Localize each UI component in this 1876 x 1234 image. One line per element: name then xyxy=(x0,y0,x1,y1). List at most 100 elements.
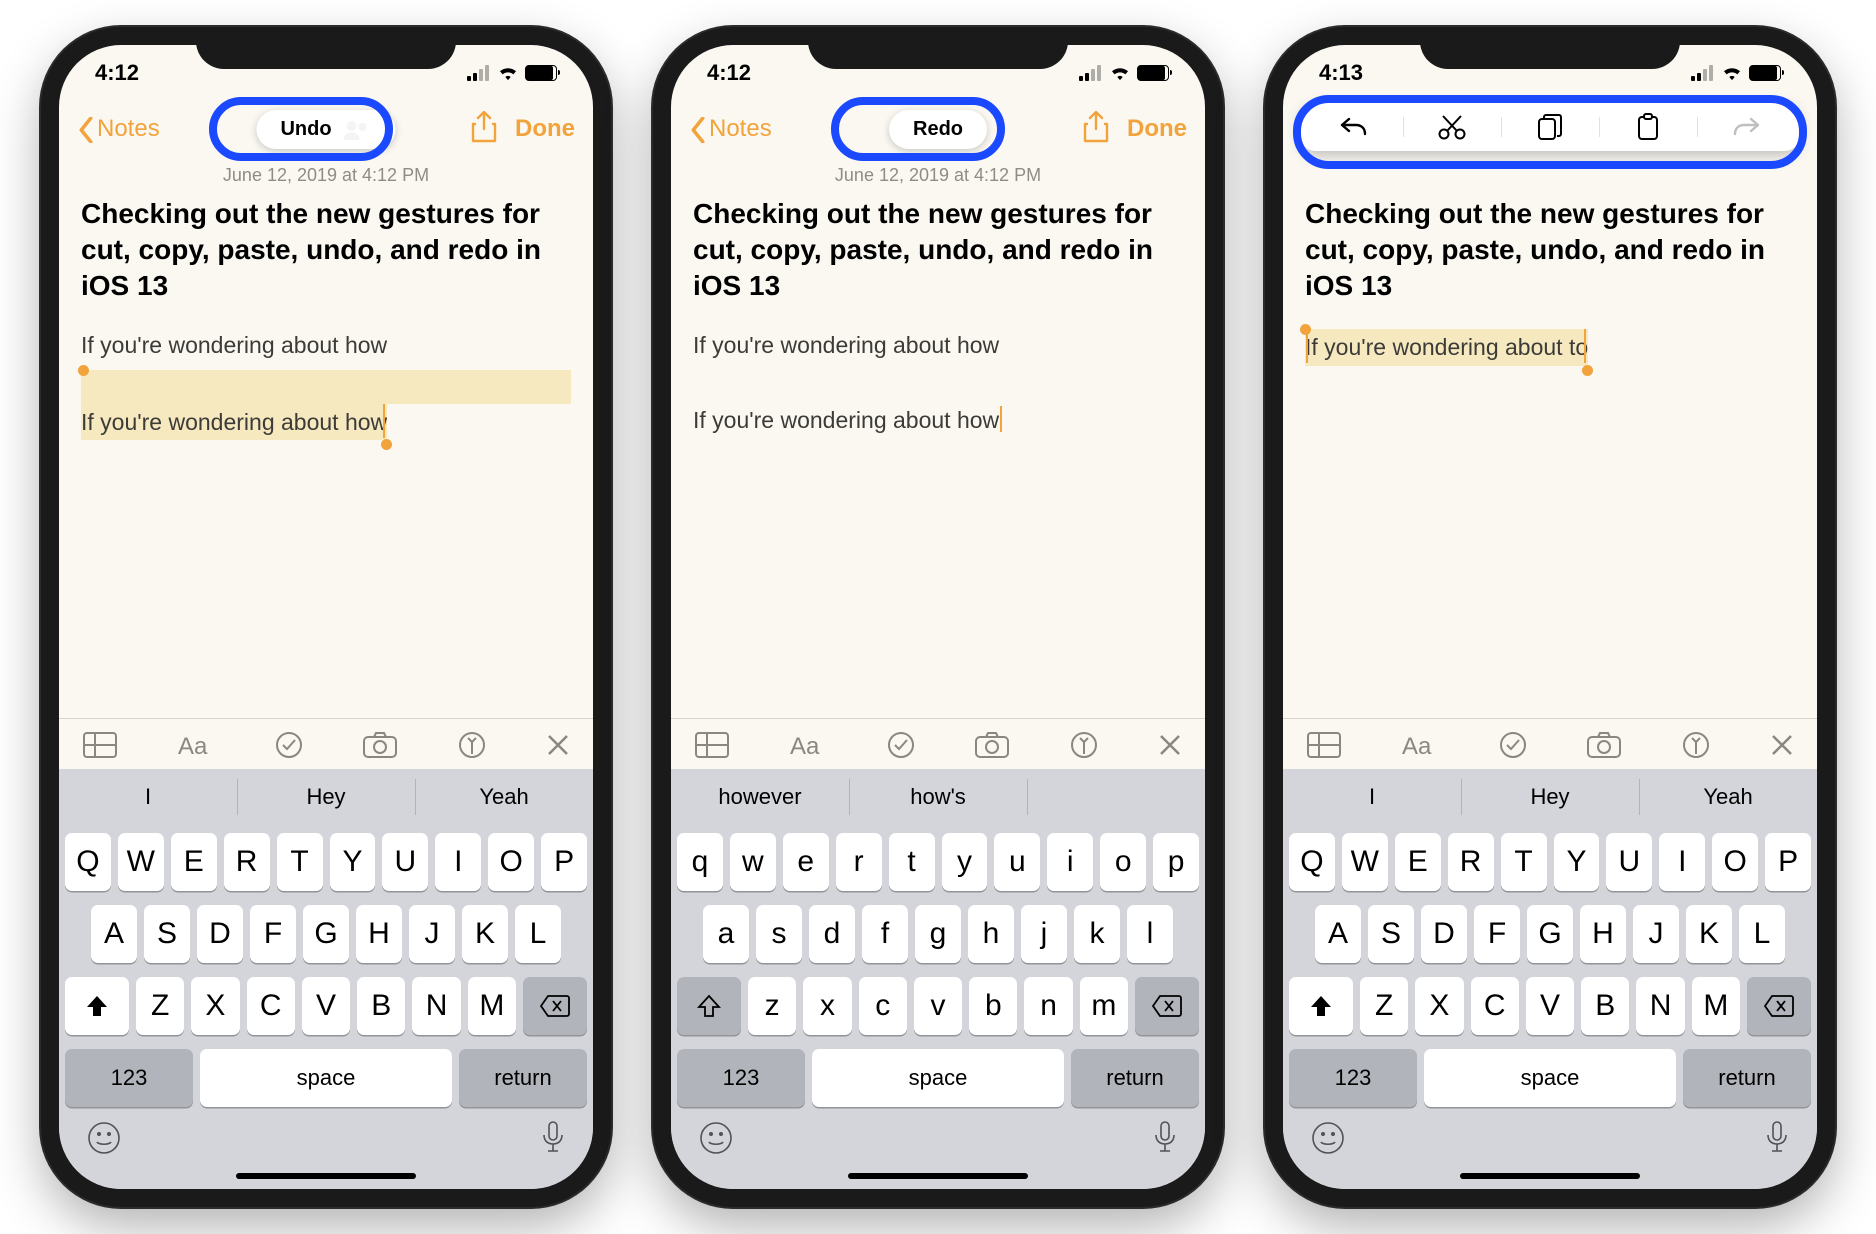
checklist-icon[interactable] xyxy=(887,731,915,759)
key-j[interactable]: J xyxy=(409,905,455,963)
key-w[interactable]: W xyxy=(1342,833,1388,891)
predictive-3[interactable]: Yeah xyxy=(415,769,593,825)
note-content[interactable]: · Checking out the new gestures for cut,… xyxy=(1283,161,1817,718)
key-d[interactable]: d xyxy=(809,905,855,963)
key-u[interactable]: u xyxy=(994,833,1040,891)
key-n[interactable]: N xyxy=(412,977,460,1035)
key-j[interactable]: j xyxy=(1021,905,1067,963)
delete-key[interactable] xyxy=(523,977,587,1035)
key-x[interactable]: X xyxy=(191,977,239,1035)
key-c[interactable]: C xyxy=(247,977,295,1035)
key-e[interactable]: e xyxy=(783,833,829,891)
number-key[interactable]: 123 xyxy=(65,1049,193,1107)
shift-key[interactable] xyxy=(677,977,741,1035)
key-t[interactable]: T xyxy=(1501,833,1547,891)
checklist-icon[interactable] xyxy=(275,731,303,759)
key-b[interactable]: B xyxy=(357,977,405,1035)
dictation-key[interactable] xyxy=(1153,1121,1177,1155)
note-content[interactable]: June 12, 2019 at 4:12 PM Checking out th… xyxy=(671,161,1205,718)
home-indicator[interactable] xyxy=(236,1173,416,1179)
return-key[interactable]: return xyxy=(1071,1049,1199,1107)
predictive-1[interactable]: I xyxy=(59,769,237,825)
checklist-icon[interactable] xyxy=(1499,731,1527,759)
edit-cut[interactable] xyxy=(1403,113,1501,141)
selection-handle-end[interactable] xyxy=(381,439,392,450)
key-g[interactable]: g xyxy=(915,905,961,963)
key-x[interactable]: x xyxy=(803,977,851,1035)
key-t[interactable]: t xyxy=(889,833,935,891)
key-t[interactable]: T xyxy=(277,833,323,891)
key-h[interactable]: H xyxy=(356,905,402,963)
key-w[interactable]: w xyxy=(730,833,776,891)
key-p[interactable]: P xyxy=(1765,833,1811,891)
key-y[interactable]: Y xyxy=(330,833,376,891)
key-q[interactable]: Q xyxy=(65,833,111,891)
table-icon[interactable] xyxy=(1307,732,1341,758)
key-c[interactable]: c xyxy=(859,977,907,1035)
dictation-key[interactable] xyxy=(1765,1121,1789,1155)
nav-back-button[interactable]: Notes xyxy=(689,115,772,143)
undo-pill[interactable]: Undo xyxy=(256,110,395,149)
key-s[interactable]: S xyxy=(144,905,190,963)
key-r[interactable]: r xyxy=(836,833,882,891)
done-button[interactable]: Done xyxy=(1127,115,1187,143)
table-icon[interactable] xyxy=(695,732,729,758)
key-e[interactable]: E xyxy=(171,833,217,891)
delete-key[interactable] xyxy=(1135,977,1199,1035)
key-f[interactable]: f xyxy=(862,905,908,963)
close-toolbar-icon[interactable] xyxy=(1771,734,1793,756)
key-v[interactable]: v xyxy=(914,977,962,1035)
key-r[interactable]: R xyxy=(224,833,270,891)
key-v[interactable]: V xyxy=(302,977,350,1035)
key-y[interactable]: Y xyxy=(1554,833,1600,891)
done-button[interactable]: Done xyxy=(515,115,575,143)
key-v[interactable]: V xyxy=(1526,977,1574,1035)
text-format-icon[interactable]: Aa xyxy=(790,732,826,758)
key-c[interactable]: C xyxy=(1471,977,1519,1035)
text-format-icon[interactable]: Aa xyxy=(178,732,214,758)
key-s[interactable]: s xyxy=(756,905,802,963)
space-key[interactable]: space xyxy=(812,1049,1064,1107)
key-l[interactable]: L xyxy=(1739,905,1785,963)
space-key[interactable]: space xyxy=(200,1049,452,1107)
redo-pill[interactable]: Redo xyxy=(889,110,987,149)
key-g[interactable]: G xyxy=(303,905,349,963)
emoji-key[interactable] xyxy=(87,1121,121,1155)
key-h[interactable]: H xyxy=(1580,905,1626,963)
key-p[interactable]: P xyxy=(541,833,587,891)
key-w[interactable]: W xyxy=(118,833,164,891)
edit-copy[interactable] xyxy=(1501,113,1599,141)
predictive-2[interactable]: how's xyxy=(849,769,1027,825)
markup-icon[interactable] xyxy=(1682,731,1710,759)
key-a[interactable]: a xyxy=(703,905,749,963)
key-b[interactable]: b xyxy=(969,977,1017,1035)
key-y[interactable]: y xyxy=(942,833,988,891)
key-u[interactable]: U xyxy=(382,833,428,891)
key-o[interactable]: O xyxy=(1712,833,1758,891)
key-q[interactable]: q xyxy=(677,833,723,891)
emoji-key[interactable] xyxy=(699,1121,733,1155)
key-r[interactable]: R xyxy=(1448,833,1494,891)
markup-icon[interactable] xyxy=(458,731,486,759)
key-i[interactable]: I xyxy=(435,833,481,891)
share-button[interactable] xyxy=(1083,111,1109,148)
key-m[interactable]: m xyxy=(1080,977,1128,1035)
table-icon[interactable] xyxy=(83,732,117,758)
edit-paste[interactable] xyxy=(1599,113,1697,141)
key-l[interactable]: l xyxy=(1127,905,1173,963)
key-x[interactable]: X xyxy=(1415,977,1463,1035)
key-f[interactable]: F xyxy=(250,905,296,963)
key-o[interactable]: O xyxy=(488,833,534,891)
nav-back-button[interactable]: Notes xyxy=(77,115,160,143)
text-format-icon[interactable]: Aa xyxy=(1402,732,1438,758)
home-indicator[interactable] xyxy=(1460,1173,1640,1179)
key-z[interactable]: Z xyxy=(136,977,184,1035)
return-key[interactable]: return xyxy=(1683,1049,1811,1107)
note-content[interactable]: June 12, 2019 at 4:12 PM Checking out th… xyxy=(59,161,593,718)
key-l[interactable]: L xyxy=(515,905,561,963)
key-a[interactable]: A xyxy=(91,905,137,963)
key-d[interactable]: D xyxy=(1421,905,1467,963)
number-key[interactable]: 123 xyxy=(1289,1049,1417,1107)
edit-undo[interactable] xyxy=(1305,113,1403,141)
key-i[interactable]: I xyxy=(1659,833,1705,891)
